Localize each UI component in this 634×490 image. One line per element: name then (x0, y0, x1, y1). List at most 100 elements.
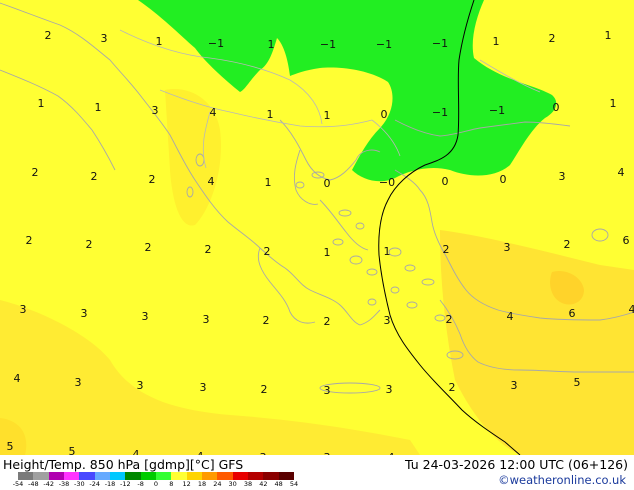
color-scale-swatch (247, 472, 264, 480)
color-scale-tick: 48 (274, 480, 283, 488)
temperature-value: 0 (324, 177, 331, 190)
color-scale-swatch (186, 472, 202, 480)
temperature-value: 0 (381, 108, 388, 121)
color-scale-swatch (263, 472, 279, 480)
temperature-value: 6 (623, 234, 630, 247)
temperature-value: 5 (7, 440, 14, 453)
temperature-value: 3 (20, 303, 27, 316)
color-scale-swatch (109, 472, 126, 480)
temperature-value: 2 (263, 314, 270, 327)
forecast-datetime: Tu 24-03-2026 12:00 UTC (06+126) (405, 457, 628, 472)
temperature-value: 3 (203, 313, 210, 326)
temperature-value: 2 (261, 383, 268, 396)
temperature-value: 3 (101, 32, 108, 45)
color-scale-swatch (63, 472, 80, 480)
temperature-value: 4 (210, 106, 217, 119)
temperature-value: 2 (45, 29, 52, 42)
color-scale-tick: 24 (213, 480, 222, 488)
temperature-value: 1 (384, 245, 391, 258)
color-scale-swatch (232, 472, 248, 480)
color-scale-tick: 38 (243, 480, 253, 488)
color-scale-swatch (278, 472, 294, 480)
temperature-value: −1 (208, 37, 224, 50)
temperature-value: 3 (137, 379, 144, 392)
temperature-value: 1 (265, 176, 272, 189)
color-scale-tick: -30 (74, 480, 85, 488)
color-scale: -54 -48 -42 -38 -30 -24 -18 -12 -8 0 8 12 18 24 30 38 42… (13, 472, 298, 490)
color-scale-tick: -38 (58, 480, 70, 488)
temperature-value: 2 (449, 381, 456, 394)
color-scale-tick: -12 (120, 480, 131, 488)
color-scale-tick: 12 (182, 480, 191, 488)
temperature-value: 2 (86, 238, 93, 251)
temperature-value: 3 (384, 314, 391, 327)
temperature-value: 2 (264, 245, 271, 258)
temperature-value: 1 (156, 35, 163, 48)
credit-link[interactable]: ©weatheronline.co.uk (498, 473, 626, 487)
color-scale-swatch (125, 472, 141, 480)
color-scale-tick: 54 (289, 480, 299, 488)
temperature-value: −1 (489, 104, 505, 117)
temperature-value: 3 (152, 104, 159, 117)
temperature-value: 1 (95, 101, 102, 114)
color-scale-swatch (94, 472, 110, 480)
color-scale-swatch (33, 472, 49, 480)
temperature-value: 1 (267, 108, 274, 121)
temperature-value: 3 (511, 379, 518, 392)
color-scale-swatch (217, 472, 233, 480)
temperature-value: 0 (442, 175, 449, 188)
temperature-value: 4 (629, 303, 634, 316)
color-scale-tick: 42 (259, 480, 268, 488)
map-title: Height/Temp. 850 hPa [gdmp][°C] GFS (3, 457, 244, 472)
temperature-value: 2 (205, 243, 212, 256)
temperature-value: −1 (376, 38, 392, 51)
temperature-value: 2 (26, 234, 33, 247)
temperature-value: 0 (553, 101, 560, 114)
temperature-value: 3 (504, 241, 511, 254)
temperature-value: 1 (324, 109, 331, 122)
temperature-value: 1 (268, 38, 275, 51)
footer: Height/Temp. 850 hPa [gdmp][°C] GFS Tu 2… (0, 455, 634, 490)
color-scale-tick: -24 (89, 480, 100, 488)
temperature-value: 2 (443, 243, 450, 256)
temperature-value: 5 (574, 376, 581, 389)
temperature-value: 1 (605, 29, 612, 42)
temperature-value: 1 (493, 35, 500, 48)
temperature-value: 2 (91, 170, 98, 183)
color-scale-tick: -8 (137, 480, 144, 488)
temperature-value: 2 (549, 32, 556, 45)
temperature-value: 3 (81, 307, 88, 320)
color-scale-tick: -42 (43, 480, 54, 488)
color-scale-swatch (201, 472, 218, 480)
color-scale-tick: 8 (169, 480, 174, 488)
temperature-value: 2 (145, 241, 152, 254)
color-scale-ticks: -54 -48 -42 -38 -30 -24 -18 -12 -8 0 8 12 18 24 30 38 42… (13, 480, 298, 489)
temperature-value: 0 (500, 173, 507, 186)
temperature-value: −1 (432, 106, 448, 119)
temperature-value: 6 (569, 307, 576, 320)
color-scale-tick: 0 (153, 480, 159, 488)
temperature-value: 4 (14, 372, 21, 385)
color-scale-swatch (48, 472, 64, 480)
temperature-value: 3 (142, 310, 149, 323)
temperature-value: 2 (32, 166, 39, 179)
color-scale-tick: -48 (28, 480, 39, 488)
temperature-value: 2 (446, 313, 453, 326)
temperature-value: −1 (432, 37, 448, 50)
color-scale-swatch (140, 472, 156, 480)
color-scale-swatch (155, 472, 172, 480)
temperature-value: 1 (38, 97, 45, 110)
temperature-value: 3 (200, 381, 207, 394)
temperature-value: 4 (507, 310, 514, 323)
color-scale-tick: -18 (104, 480, 116, 488)
color-scale-tick: 30 (228, 480, 237, 488)
color-scale-bar (18, 472, 294, 480)
temperature-value: 1 (610, 97, 617, 110)
temperature-value: 2 (324, 315, 331, 328)
color-scale-tick: -54 (12, 480, 24, 488)
temperature-value: 1 (324, 246, 331, 259)
temperature-value: 3 (559, 170, 566, 183)
temperature-value: 4 (208, 175, 215, 188)
weather-map: 2 3 1 −1 1 −1 −1 −1 1 2 11 1 3 4 1 1 0 −1 −1 0 12 2 2 4 1 0 −0 0 0 3 4… (0, 0, 634, 490)
temperature-value: 3 (324, 384, 331, 397)
